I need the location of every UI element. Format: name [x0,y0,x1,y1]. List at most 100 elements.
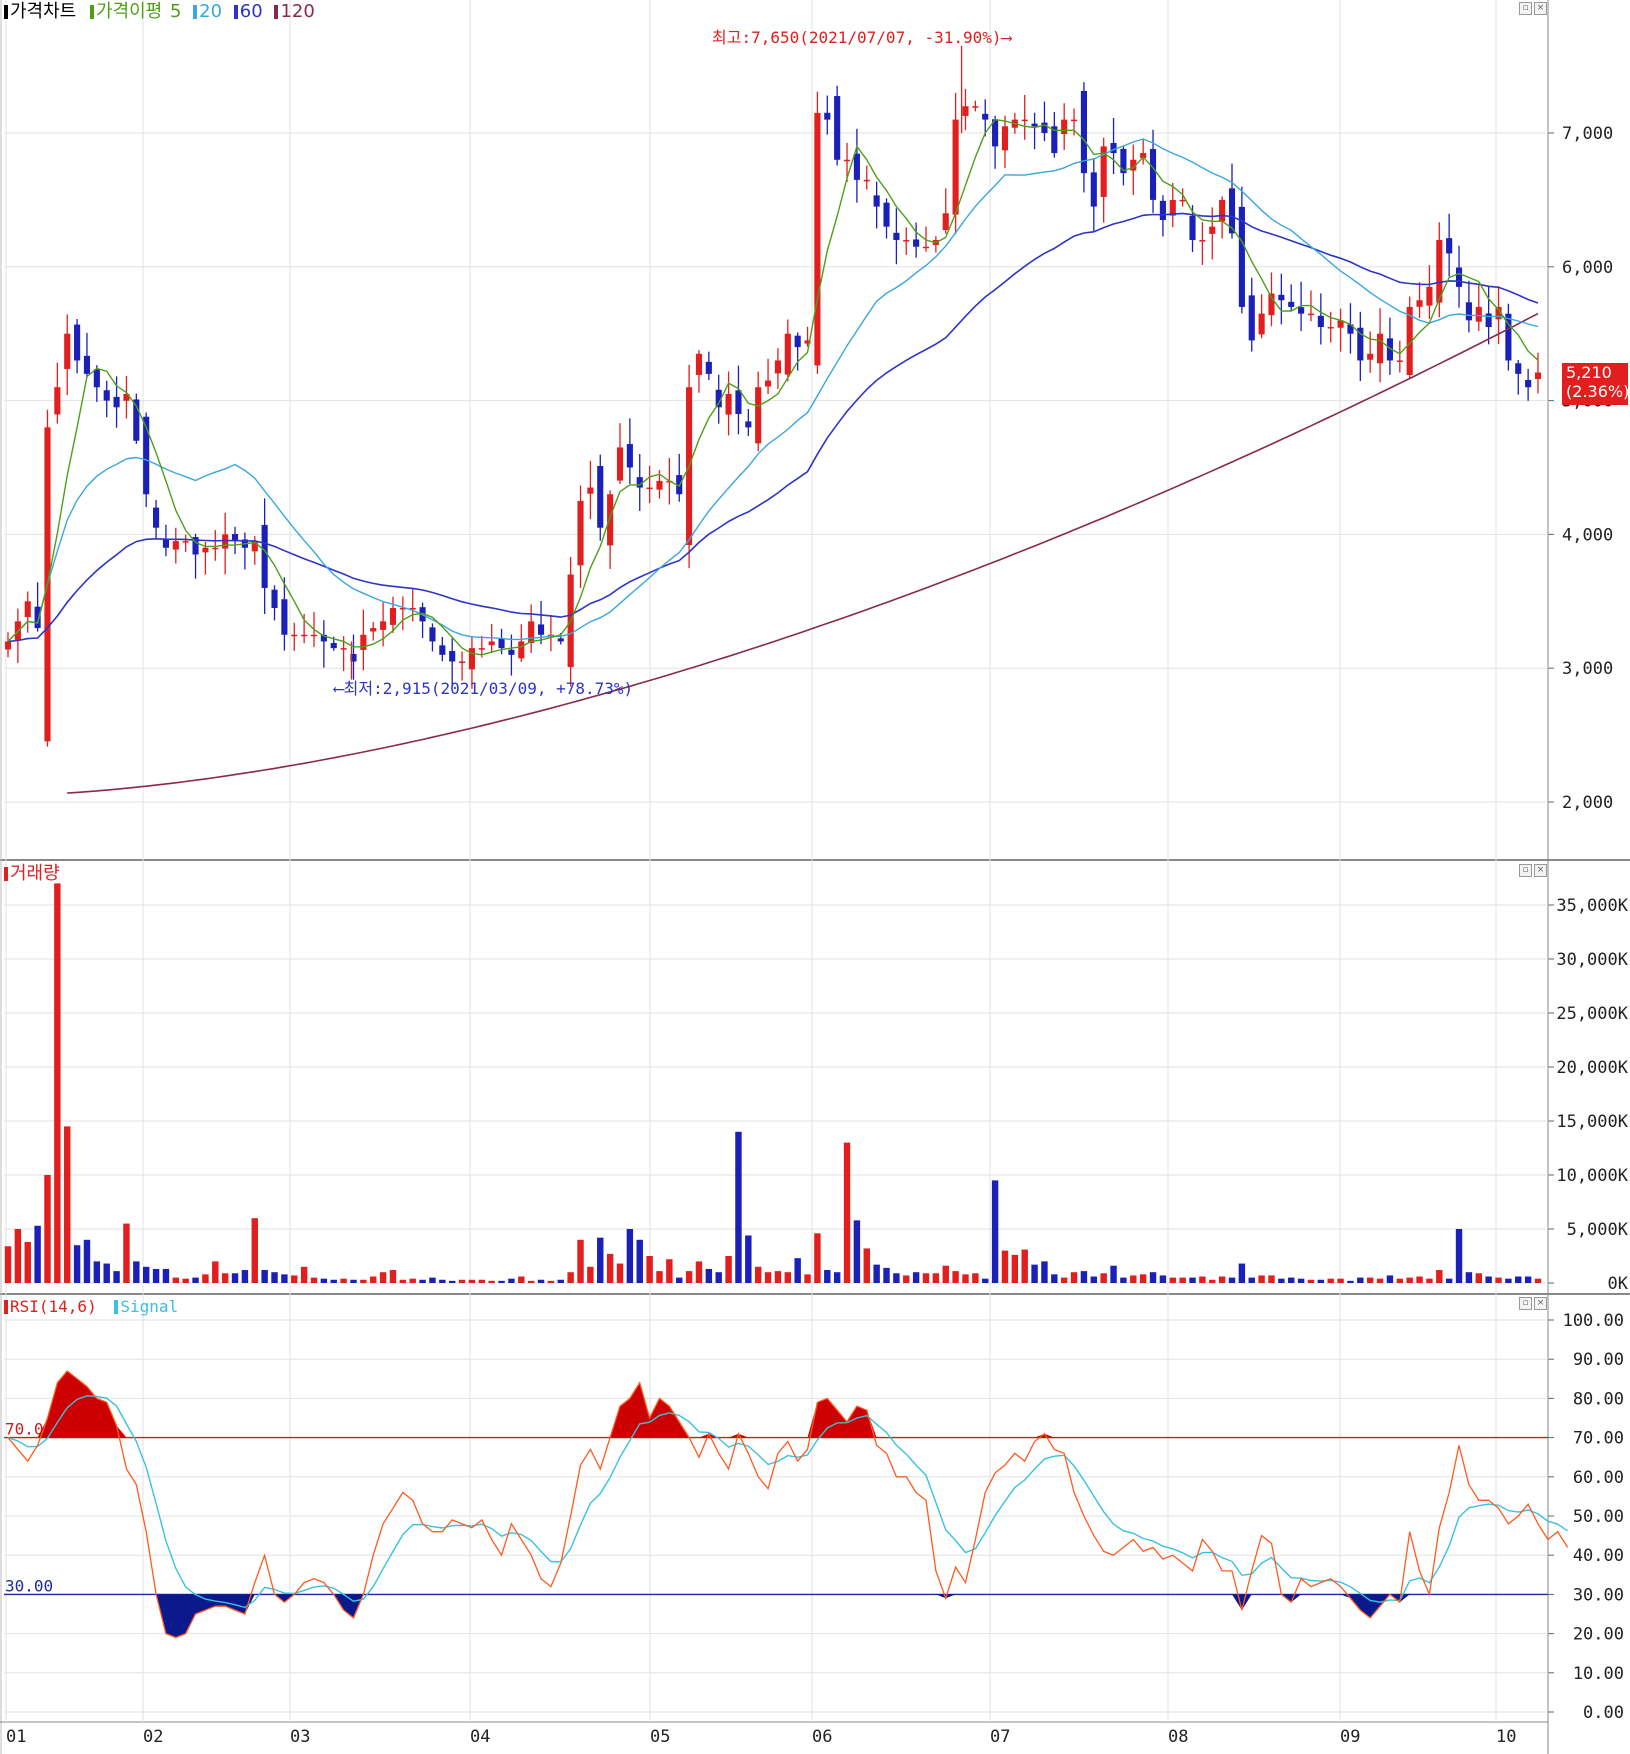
volume-bar [804,1274,811,1283]
volume-bar [695,1261,703,1283]
volume-bar [1416,1276,1423,1283]
volume-bar [1426,1278,1433,1283]
rsi-tick-label: 20.00 [1573,1625,1624,1645]
volume-bar [1011,1254,1019,1283]
volume-bar [389,1270,397,1283]
candle-body [518,641,525,659]
volume-bar [133,1261,140,1283]
volume-bar [340,1278,347,1283]
candle-body [83,355,91,374]
candle-body [1475,306,1482,322]
ma5-legend: 5 [169,1,182,22]
candle-body [370,628,377,632]
volume-bar [843,1142,851,1283]
volume-bar [1376,1278,1384,1283]
volume-bar [1485,1276,1492,1283]
volume-bar [942,1265,949,1283]
price-legend: 가격차트 가격이평 5 20 60 120 [4,2,317,22]
volume-bar [982,1278,989,1283]
candle-body [646,487,653,490]
volume-tick-label: 15,000K [1556,1112,1628,1132]
volume-bar [873,1264,880,1283]
volume-bar [172,1277,180,1283]
candle-body [873,195,880,207]
candle-body [982,113,989,120]
volume-bar [547,1280,555,1283]
price-panel-close-icon[interactable]: × [1534,2,1547,15]
rsi-panel-minimize-icon[interactable]: ▫ [1519,1297,1532,1310]
volume-bar [606,1253,614,1283]
volume-bar [1238,1263,1246,1283]
candle-body [1307,313,1315,316]
volume-bar [142,1266,150,1283]
candle-body [1327,327,1334,329]
low-annotation: ⟵최저:2,915(2021/03/09, +78.73%) [333,679,633,698]
volume-bar [1189,1277,1196,1283]
candle-body [725,393,732,415]
volume-bar [448,1280,456,1283]
volume-bar [1524,1276,1532,1283]
candle-body [468,648,475,670]
rsi-tick-label: 40.00 [1573,1546,1624,1566]
volume-bar [83,1239,91,1283]
candle-body [281,599,288,635]
volume-bar [1297,1278,1305,1283]
candle-body [962,106,969,116]
volume-bar [1347,1280,1354,1283]
candle-body [1071,119,1078,122]
volume-bar [814,1233,821,1283]
candle-body [380,621,387,630]
rsi-tick-label: 100.00 [1563,1311,1624,1331]
candle-body [587,487,594,494]
volume-bar [271,1272,278,1283]
candle-body [439,645,446,655]
rsi-panel-close-icon[interactable]: × [1534,1297,1547,1310]
candle-body [814,112,821,366]
ma60-legend: 60 [239,1,263,22]
rsi-tick-label: 70.00 [1573,1429,1624,1449]
volume-bar [1495,1277,1502,1283]
signal-legend-title: Signal [120,1297,179,1316]
volume-bar [666,1259,673,1283]
volume-bar [64,1126,71,1283]
candle-body [1317,315,1324,328]
volume-bar [182,1278,189,1283]
candle-body [1179,199,1186,202]
volume-bar [1445,1278,1453,1283]
volume-bar [685,1271,693,1283]
candle-body [1525,380,1532,388]
stock-chart-canvas[interactable]: 최고:7,650(2021/07/07, -31.90%)⟶ ⟵최저:2,915(… [0,0,1630,1754]
candle-body [755,387,762,444]
rsi-tick-label: 90.00 [1573,1350,1624,1370]
candle-body [1515,363,1522,374]
volume-bar [1031,1264,1038,1283]
candle-body [261,524,268,588]
volume-bar [241,1270,249,1283]
price-panel-minimize-icon[interactable]: ▫ [1519,2,1532,15]
volume-bar [34,1225,41,1283]
x-tick-label: 05 [650,1727,670,1747]
volume-bar [4,1246,12,1283]
volume-bar [1051,1274,1058,1283]
volume-bar [14,1229,22,1283]
volume-bar [439,1279,446,1283]
candle-body [824,112,831,120]
volume-bar [1386,1275,1394,1283]
candle-body [863,179,870,182]
volume-bar [1228,1277,1236,1283]
volume-bar [1288,1277,1295,1283]
volume-bar [616,1263,624,1283]
volume-tick-label: 0K [1608,1274,1629,1294]
candle-body [656,480,663,490]
x-tick-label: 10 [1496,1727,1516,1747]
volume-bar [853,1220,861,1283]
candle-body [1278,294,1285,301]
x-tick-label: 02 [143,1727,163,1747]
volume-panel-minimize-icon[interactable]: ▫ [1519,864,1532,877]
volume-bar [458,1279,466,1283]
candle-body [24,601,31,617]
volume-bar [1100,1273,1107,1283]
volume-bar [409,1278,416,1283]
volume-bar [1317,1279,1325,1283]
volume-panel-close-icon[interactable]: × [1534,864,1547,877]
